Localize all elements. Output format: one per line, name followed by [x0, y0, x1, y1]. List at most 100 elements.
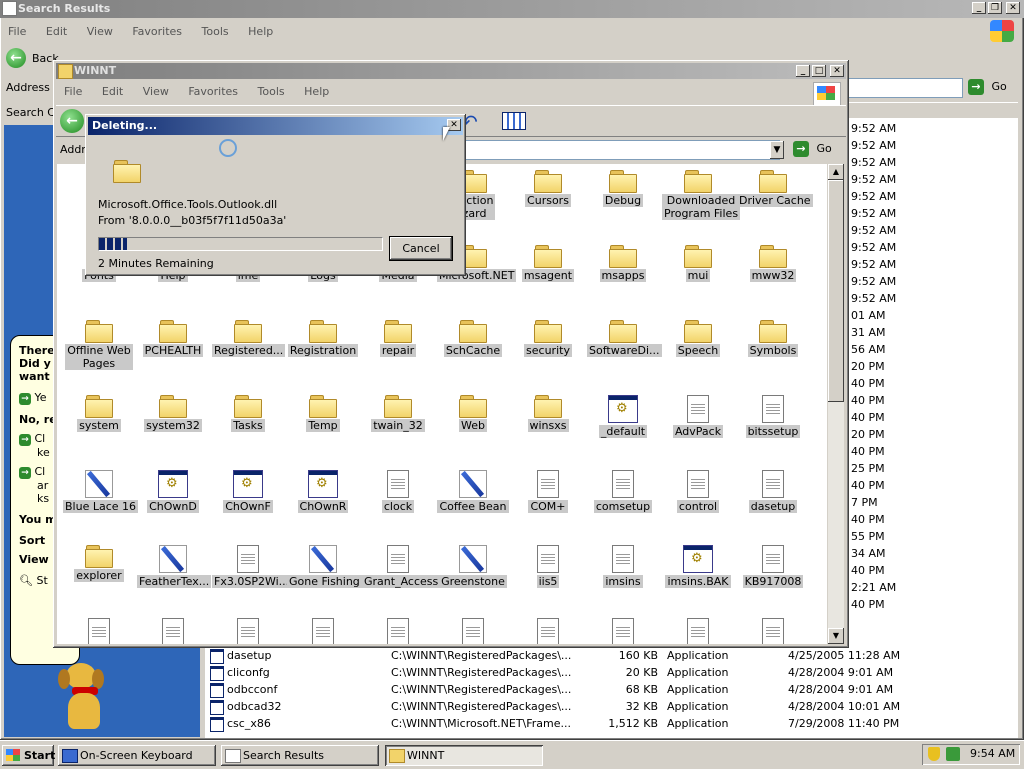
- folder-item[interactable]: Blue Lace 16: [63, 466, 139, 513]
- folder-item[interactable]: iis5: [512, 541, 584, 588]
- table-row[interactable]: odbcad32 C:\WINNT\RegisteredPackages\... 3…: [210, 698, 1010, 715]
- folder-item[interactable]: KB917008: [737, 541, 809, 588]
- menu-view[interactable]: View: [79, 22, 121, 42]
- close-button[interactable]: ✕: [1006, 2, 1020, 14]
- address-dropdown-icon[interactable]: ▼: [770, 141, 784, 159]
- document-icon[interactable]: [587, 618, 659, 644]
- document-icon[interactable]: [362, 618, 434, 644]
- folder-item[interactable]: dasetup: [737, 466, 809, 513]
- folder-item[interactable]: ChOwnD: [137, 466, 209, 513]
- search-dog-assistant-icon[interactable]: [54, 663, 114, 733]
- document-icon[interactable]: [737, 618, 809, 644]
- document-icon[interactable]: [662, 618, 734, 644]
- network-icon[interactable]: [946, 747, 960, 761]
- folder-item[interactable]: imsins.BAK: [662, 541, 734, 588]
- folder-item[interactable]: ChOwnR: [287, 466, 359, 513]
- task-on-screen-keyboard[interactable]: On-Screen Keyboard: [58, 745, 216, 766]
- start-button[interactable]: Start: [2, 745, 55, 766]
- clock[interactable]: 9:54 AM: [970, 747, 1015, 760]
- table-row[interactable]: dasetup C:\WINNT\RegisteredPackages\... 16…: [210, 647, 1010, 664]
- document-icon[interactable]: [437, 618, 509, 644]
- folder-item[interactable]: Grant_Access: [362, 541, 441, 588]
- winnt-go-button[interactable]: → Go: [793, 141, 832, 157]
- results-column-header[interactable]: [848, 102, 1018, 119]
- folder-item[interactable]: Offline Web Pages: [63, 316, 135, 370]
- folder-item[interactable]: explorer: [63, 541, 135, 582]
- folder-item[interactable]: system: [63, 391, 135, 432]
- folder-item[interactable]: COM+: [512, 466, 584, 513]
- folder-item[interactable]: msapps: [587, 241, 659, 282]
- search-go-button[interactable]: → Go: [968, 79, 1007, 95]
- security-shield-icon[interactable]: [928, 747, 940, 761]
- folder-item[interactable]: Debug: [587, 166, 659, 207]
- menu-tools[interactable]: Tools: [194, 22, 237, 42]
- folder-item[interactable]: msagent: [512, 241, 584, 282]
- folder-item[interactable]: twain_32: [362, 391, 434, 432]
- folder-item[interactable]: mui: [662, 241, 734, 282]
- close-button[interactable]: ✕: [830, 65, 844, 77]
- folder-item[interactable]: repair: [362, 316, 434, 357]
- views-icon[interactable]: [502, 112, 526, 130]
- folder-item[interactable]: security: [512, 316, 584, 357]
- document-icon[interactable]: [287, 618, 359, 644]
- folder-item[interactable]: Gone Fishing: [287, 541, 362, 588]
- minimize-button[interactable]: _: [972, 2, 986, 14]
- folder-item[interactable]: Tasks: [212, 391, 284, 432]
- folder-item[interactable]: Temp: [287, 391, 359, 432]
- scroll-thumb[interactable]: [828, 180, 844, 402]
- table-row[interactable]: csc_x86 C:\WINNT\Microsoft.NET\Frame... 1,…: [210, 715, 1010, 732]
- vertical-scrollbar[interactable]: ▲ ▼: [828, 164, 844, 644]
- scroll-down-button[interactable]: ▼: [828, 628, 844, 644]
- document-icon[interactable]: [63, 618, 135, 644]
- menu-help[interactable]: Help: [296, 82, 337, 102]
- cancel-button[interactable]: Cancel: [389, 236, 453, 261]
- folder-item[interactable]: comsetup: [587, 466, 659, 513]
- menu-file[interactable]: File: [0, 22, 34, 42]
- search-window-titlebar[interactable]: Search Results _ ❐ ✕: [0, 0, 1024, 18]
- menu-file[interactable]: File: [56, 82, 90, 102]
- folder-item[interactable]: Registered...: [212, 316, 286, 357]
- menu-tools[interactable]: Tools: [250, 82, 293, 102]
- folder-item[interactable]: Cursors: [512, 166, 584, 207]
- folder-item[interactable]: mww32: [737, 241, 809, 282]
- folder-item[interactable]: AdvPack: [662, 391, 734, 438]
- table-row[interactable]: cliconfg C:\WINNT\RegisteredPackages\... 2…: [210, 664, 1010, 681]
- document-icon[interactable]: [137, 618, 209, 644]
- folder-item[interactable]: Speech: [662, 316, 734, 357]
- folder-item[interactable]: winsxs: [512, 391, 584, 432]
- document-icon[interactable]: [512, 618, 584, 644]
- folder-item[interactable]: ChOwnF: [212, 466, 284, 513]
- search-address-field[interactable]: [848, 78, 963, 98]
- folder-item[interactable]: SchCache: [437, 316, 509, 357]
- task-winnt[interactable]: WINNT: [385, 745, 543, 766]
- menu-edit[interactable]: Edit: [94, 82, 131, 102]
- document-icon[interactable]: [212, 618, 284, 644]
- folder-item[interactable]: control: [662, 466, 734, 513]
- folder-item[interactable]: Coffee Bean: [437, 466, 509, 513]
- back-arrow-icon[interactable]: ←: [60, 109, 84, 133]
- menu-help[interactable]: Help: [240, 22, 281, 42]
- winnt-titlebar[interactable]: WINNT _ □ ✕: [56, 63, 846, 79]
- table-row[interactable]: odbcconf C:\WINNT\RegisteredPackages\... 6…: [210, 681, 1010, 698]
- winnt-address-field[interactable]: [463, 140, 780, 160]
- menu-favorites[interactable]: Favorites: [180, 82, 246, 102]
- maximize-button[interactable]: □: [812, 65, 826, 77]
- folder-item[interactable]: bitssetup: [737, 391, 809, 438]
- menu-view[interactable]: View: [135, 82, 177, 102]
- folder-item[interactable]: Web: [437, 391, 509, 432]
- folder-item[interactable]: Driver Cache: [737, 166, 813, 207]
- folder-item[interactable]: clock: [362, 466, 434, 513]
- dialog-titlebar[interactable]: Deleting... ✕: [88, 117, 463, 135]
- folder-item[interactable]: system32: [137, 391, 209, 432]
- folder-item[interactable]: FeatherTex...: [137, 541, 212, 588]
- folder-item[interactable]: PCHEALTH: [137, 316, 209, 357]
- menu-edit[interactable]: Edit: [38, 22, 75, 42]
- scroll-up-button[interactable]: ▲: [828, 164, 844, 180]
- minimize-button[interactable]: _: [796, 65, 810, 77]
- folder-item[interactable]: SoftwareDi...: [587, 316, 662, 357]
- folder-item[interactable]: Downloaded Program Files: [662, 166, 741, 220]
- folder-item[interactable]: _default: [587, 391, 659, 438]
- restore-button[interactable]: ❐: [988, 2, 1002, 14]
- folder-item[interactable]: Fx3.0SP2Wi...: [212, 541, 292, 588]
- menu-favorites[interactable]: Favorites: [124, 22, 190, 42]
